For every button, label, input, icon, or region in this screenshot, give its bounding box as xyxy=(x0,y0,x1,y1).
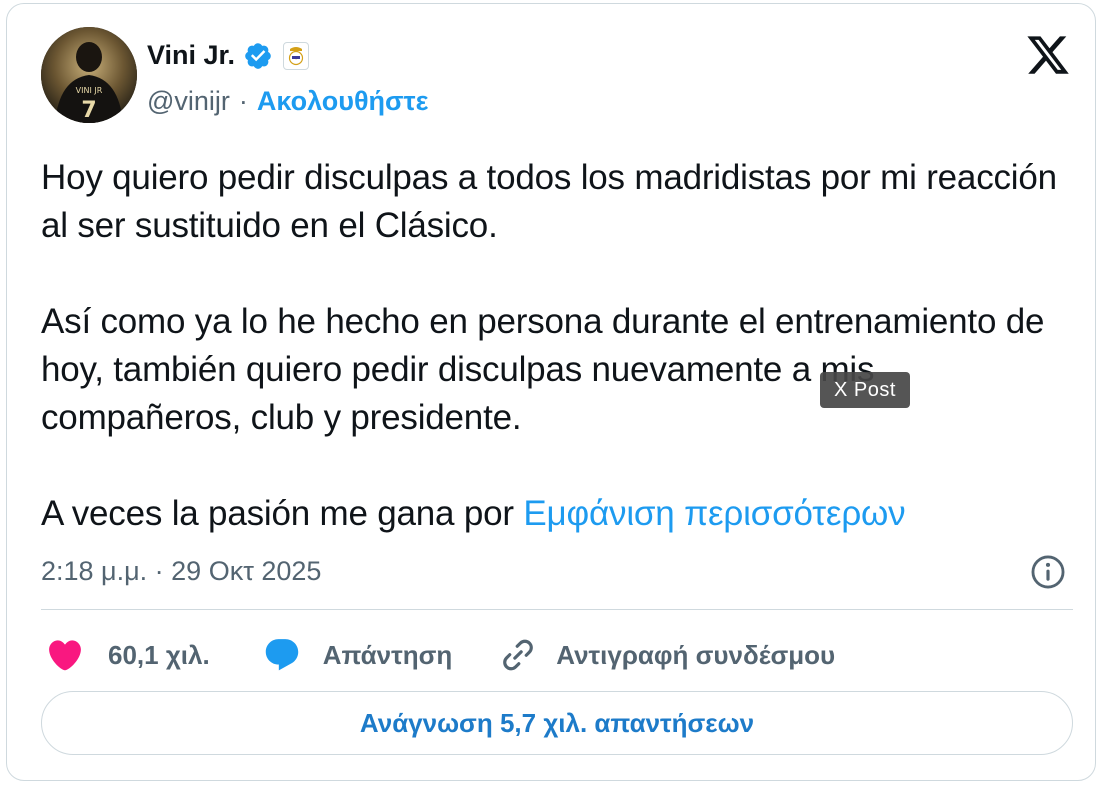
author-name[interactable]: Vini Jr. xyxy=(147,40,235,71)
post-paragraph-text: A veces la pasión me gana por xyxy=(41,494,524,533)
post-timestamp[interactable]: 2:18 μ.μ. · 29 Οκτ 2025 xyxy=(41,556,321,587)
x-post-tooltip: X Post xyxy=(820,372,910,408)
follow-button[interactable]: Ακολουθήστε xyxy=(257,86,428,117)
speech-bubble-icon xyxy=(263,636,301,674)
heart-icon xyxy=(46,636,84,674)
read-replies-button[interactable]: Ανάγνωση 5,7 χιλ. απαντήσεων xyxy=(41,691,1073,755)
author-handle-row: @vinijr · Ακολουθήστε xyxy=(147,86,428,117)
embedded-post-card: VINI JR 7 Vini Jr. · @vinijr · Ακολουθήσ… xyxy=(6,3,1096,781)
player-photo-avatar: VINI JR 7 xyxy=(41,27,137,123)
info-icon[interactable] xyxy=(1029,553,1067,591)
verified-badge-icon xyxy=(243,41,273,71)
post-text: Hoy quiero pedir disculpas a todos los m… xyxy=(41,154,1061,538)
author-handle[interactable]: @vinijr xyxy=(147,86,230,117)
divider xyxy=(41,609,1073,610)
copy-link-button[interactable]: Αντιγραφή συνδέσμου xyxy=(499,636,835,674)
post-paragraph: Así como ya lo he hecho en persona duran… xyxy=(41,302,1045,437)
x-logo-icon[interactable] xyxy=(1025,32,1071,78)
author-name-row: Vini Jr. · xyxy=(147,40,310,71)
copy-link-label: Αντιγραφή συνδέσμου xyxy=(556,639,836,670)
author-avatar[interactable]: VINI JR 7 xyxy=(41,27,137,123)
jersey-name: VINI JR xyxy=(76,86,103,95)
reply-button[interactable]: Απάντηση xyxy=(263,636,453,674)
post-paragraph: Hoy quiero pedir disculpas a todos los m… xyxy=(41,158,1057,245)
reply-label: Απάντηση xyxy=(322,639,453,670)
like-button[interactable]: 60,1 χιλ. xyxy=(41,636,210,674)
post-paragraph-truncated: A veces la pasión me gana por Εμφάνιση π… xyxy=(41,490,1061,538)
jersey-number: 7 xyxy=(81,98,96,123)
action-bar: 60,1 χιλ. Απάντηση Αντιγραφή συνδέσμου xyxy=(41,630,835,680)
like-count: 60,1 χιλ. xyxy=(108,639,210,670)
link-icon xyxy=(499,636,537,674)
show-more-link[interactable]: Εμφάνιση περισσότερων xyxy=(523,494,905,533)
real-madrid-crest-icon[interactable]: · xyxy=(283,41,310,70)
separator-dot: · xyxy=(238,86,248,116)
